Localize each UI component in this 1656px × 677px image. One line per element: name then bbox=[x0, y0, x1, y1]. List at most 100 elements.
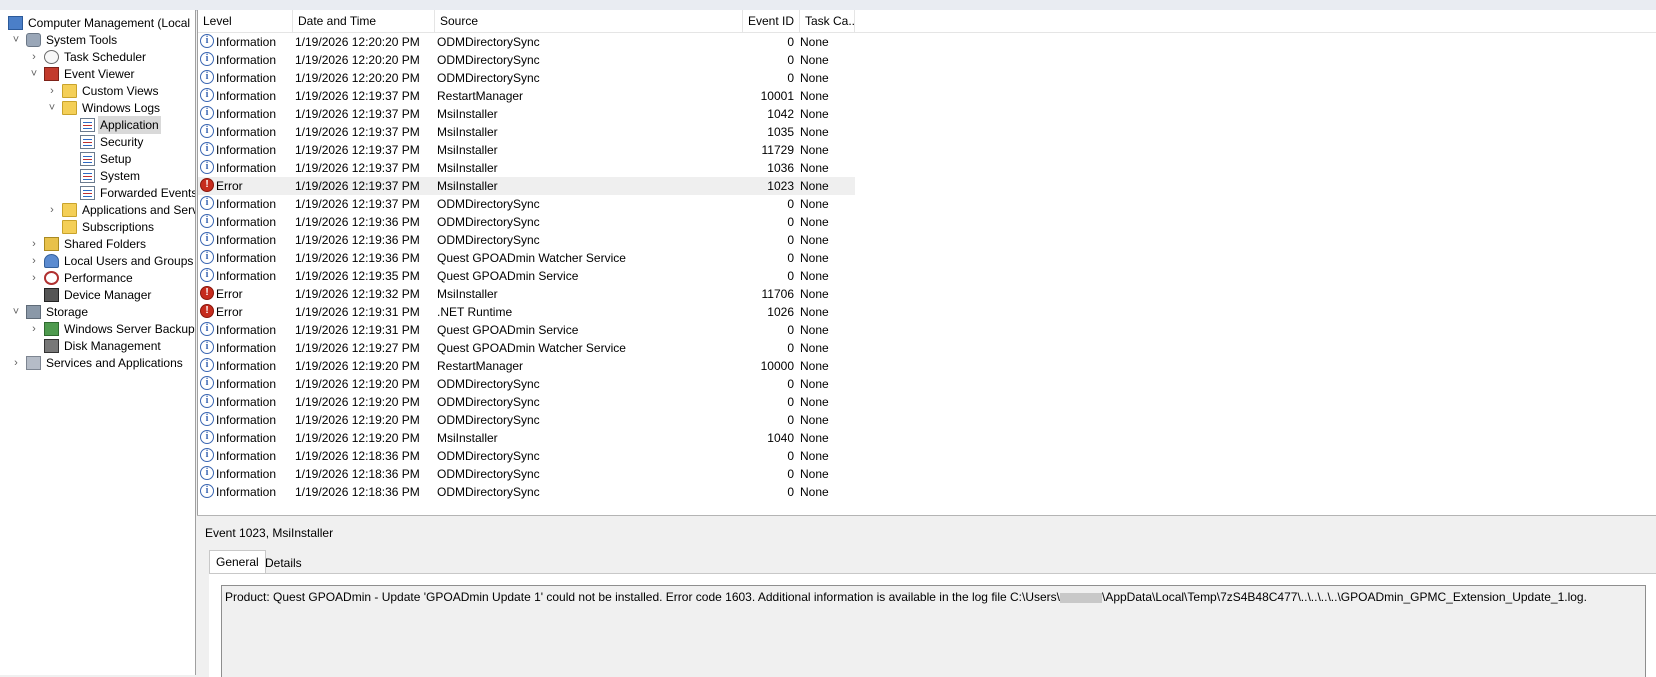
console-tree[interactable]: Computer Management (Local ˅ System Tools ›… bbox=[0, 10, 196, 675]
cell-source: MsiInstaller bbox=[437, 431, 498, 445]
event-row[interactable]: i Information 1/19/2026 12:19:20 PM ODMDire… bbox=[198, 375, 855, 393]
collapse-chevron-icon[interactable]: ˅ bbox=[10, 303, 22, 321]
event-row[interactable]: i Information 1/19/2026 12:19:37 PM MsiInst… bbox=[198, 123, 855, 141]
cell-level: Information bbox=[216, 251, 277, 265]
cell-date: 1/19/2026 12:18:36 PM bbox=[295, 449, 420, 463]
event-row[interactable]: i Information 1/19/2026 12:20:20 PM ODMDire… bbox=[198, 51, 855, 69]
tree-item[interactable]: › Local Users and Groups bbox=[0, 252, 195, 270]
event-row[interactable]: i Information 1/19/2026 12:19:37 PM MsiInst… bbox=[198, 141, 855, 159]
tree-item[interactable]: ˅ Windows Logs bbox=[0, 99, 195, 117]
tree-item[interactable]: › Services and Applications bbox=[0, 354, 195, 372]
collapse-chevron-icon[interactable]: ˅ bbox=[10, 31, 22, 49]
cell-task: None bbox=[800, 323, 829, 337]
tree-item[interactable]: › Task Scheduler bbox=[0, 48, 195, 66]
tree-item[interactable]: Device Manager bbox=[0, 286, 195, 304]
cell-level: Information bbox=[216, 359, 277, 373]
cell-event-id: 0 bbox=[787, 377, 794, 391]
cell-date: 1/19/2026 12:20:20 PM bbox=[295, 71, 420, 85]
cell-task: None bbox=[800, 359, 829, 373]
event-row[interactable]: i Information 1/19/2026 12:19:20 PM ODMDire… bbox=[198, 393, 855, 411]
cell-level: Information bbox=[216, 449, 277, 463]
expand-chevron-icon[interactable]: › bbox=[46, 82, 58, 100]
column-header-task-category[interactable]: Task Ca... bbox=[800, 10, 855, 32]
event-row[interactable]: i Information 1/19/2026 12:18:36 PM ODMDire… bbox=[198, 483, 855, 501]
tab-details[interactable]: Details bbox=[259, 552, 308, 574]
cell-task: None bbox=[800, 71, 829, 85]
expand-chevron-icon[interactable]: › bbox=[28, 48, 40, 66]
event-row[interactable]: i Information 1/19/2026 12:19:20 PM MsiInst… bbox=[198, 429, 855, 447]
tree-item-label: Device Manager bbox=[64, 288, 152, 302]
event-row[interactable]: ! Error 1/19/2026 12:19:31 PM .NET Runtime 1… bbox=[198, 303, 855, 321]
cell-event-id: 0 bbox=[787, 215, 794, 229]
tree-item[interactable]: ˅ Storage bbox=[0, 303, 195, 321]
tree-item-label: Forwarded Events bbox=[100, 186, 196, 200]
tree-item[interactable]: Application bbox=[0, 116, 195, 134]
folder-icon bbox=[62, 84, 77, 98]
event-row[interactable]: i Information 1/19/2026 12:19:20 PM Restart… bbox=[198, 357, 855, 375]
tree-item[interactable]: System bbox=[0, 167, 195, 185]
tree-item[interactable]: Setup bbox=[0, 150, 195, 168]
event-row[interactable]: i Information 1/19/2026 12:18:36 PM ODMDire… bbox=[198, 465, 855, 483]
expand-chevron-icon[interactable]: › bbox=[46, 201, 58, 219]
event-row[interactable]: i Information 1/19/2026 12:19:36 PM ODMDire… bbox=[198, 231, 855, 249]
collapse-chevron-icon[interactable]: ˅ bbox=[46, 99, 58, 117]
collapse-chevron-icon[interactable]: ˅ bbox=[28, 65, 40, 83]
tree-item[interactable]: Subscriptions bbox=[0, 218, 195, 236]
event-row[interactable]: i Information 1/19/2026 12:19:35 PM Quest G… bbox=[198, 267, 855, 285]
column-header-level[interactable]: Level bbox=[198, 10, 293, 32]
tree-item[interactable]: › Shared Folders bbox=[0, 235, 195, 253]
event-message[interactable]: Product: Quest GPOADmin - Update 'GPOADm… bbox=[221, 585, 1646, 677]
cell-task: None bbox=[800, 269, 829, 283]
cell-level: Information bbox=[216, 413, 277, 427]
expand-chevron-icon[interactable]: › bbox=[28, 235, 40, 253]
tree-item[interactable]: ˅ Event Viewer bbox=[0, 65, 195, 83]
event-row[interactable]: i Information 1/19/2026 12:19:37 PM ODMDire… bbox=[198, 195, 855, 213]
cell-level: Information bbox=[216, 395, 277, 409]
expand-chevron-icon[interactable]: › bbox=[28, 252, 40, 270]
event-row[interactable]: i Information 1/19/2026 12:18:36 PM ODMDire… bbox=[198, 447, 855, 465]
event-row[interactable]: i Information 1/19/2026 12:19:36 PM Quest G… bbox=[198, 249, 855, 267]
tree-item[interactable]: Forwarded Events bbox=[0, 184, 195, 202]
event-row[interactable]: i Information 1/19/2026 12:19:31 PM Quest G… bbox=[198, 321, 855, 339]
tab-general[interactable]: General bbox=[209, 550, 266, 575]
tree-item[interactable]: ˅ System Tools bbox=[0, 31, 195, 49]
column-header-event-id[interactable]: Event ID bbox=[743, 10, 800, 32]
event-row[interactable]: i Information 1/19/2026 12:19:27 PM Quest G… bbox=[198, 339, 855, 357]
cell-source: ODMDirectorySync bbox=[437, 233, 540, 247]
tree-item[interactable]: › Custom Views bbox=[0, 82, 195, 100]
event-row[interactable]: i Information 1/19/2026 12:19:37 PM MsiInst… bbox=[198, 159, 855, 177]
tree-item[interactable]: Computer Management (Local bbox=[0, 14, 195, 32]
event-row[interactable]: i Information 1/19/2026 12:19:37 PM MsiInst… bbox=[198, 105, 855, 123]
event-row[interactable]: i Information 1/19/2026 12:19:37 PM Restart… bbox=[198, 87, 855, 105]
column-header-source[interactable]: Source bbox=[435, 10, 743, 32]
cell-level: Information bbox=[216, 485, 277, 499]
information-icon: i bbox=[200, 412, 214, 426]
tree-item-label: Setup bbox=[100, 152, 132, 166]
cell-date: 1/19/2026 12:18:36 PM bbox=[295, 467, 420, 481]
cell-level: Information bbox=[216, 89, 277, 103]
event-row[interactable]: i Information 1/19/2026 12:19:20 PM ODMDire… bbox=[198, 411, 855, 429]
cell-level: Information bbox=[216, 197, 277, 211]
tree-item-label: Local Users and Groups bbox=[64, 254, 194, 268]
event-list[interactable]: Level Date and Time Source Event ID Task… bbox=[197, 10, 1656, 515]
column-header-date-time[interactable]: Date and Time bbox=[293, 10, 435, 32]
expand-chevron-icon[interactable]: › bbox=[28, 269, 40, 287]
event-row[interactable]: i Information 1/19/2026 12:20:20 PM ODMDire… bbox=[198, 33, 855, 51]
tree-item[interactable]: › Performance bbox=[0, 269, 195, 287]
tree-item[interactable]: › Windows Server Backup bbox=[0, 320, 195, 338]
expand-chevron-icon[interactable]: › bbox=[10, 354, 22, 372]
tree-item-label: Applications and Services Logs bbox=[82, 203, 196, 217]
event-row[interactable]: ! Error 1/19/2026 12:19:32 PM MsiInstaller 1… bbox=[198, 285, 855, 303]
tree-item-label: Windows Server Backup bbox=[64, 322, 195, 336]
event-row[interactable]: i Information 1/19/2026 12:20:20 PM ODMDire… bbox=[198, 69, 855, 87]
tree-item[interactable]: Disk Management bbox=[0, 337, 195, 355]
tree-item[interactable]: › Applications and Services Logs bbox=[0, 201, 195, 219]
tree-item[interactable]: Security bbox=[0, 133, 195, 151]
event-row[interactable]: i Information 1/19/2026 12:19:36 PM ODMDire… bbox=[198, 213, 855, 231]
event-row[interactable]: ! Error 1/19/2026 12:19:37 PM MsiInstaller 1… bbox=[198, 177, 855, 195]
cell-source: ODMDirectorySync bbox=[437, 395, 540, 409]
expand-chevron-icon[interactable]: › bbox=[28, 320, 40, 338]
cell-event-id: 1026 bbox=[767, 305, 794, 319]
